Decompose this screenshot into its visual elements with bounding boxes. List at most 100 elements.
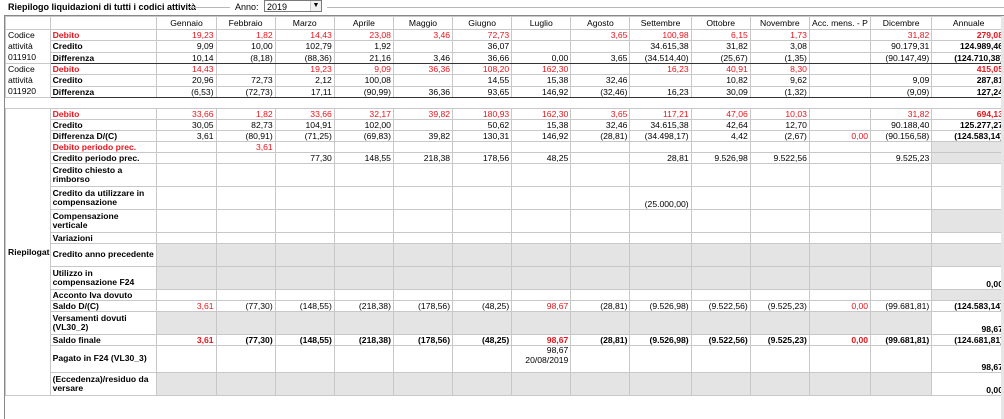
value-cell[interactable]: 39,82	[392, 130, 454, 142]
value-cell[interactable]: (71,25)	[274, 130, 335, 142]
value-cell[interactable]	[274, 163, 335, 187]
value-cell[interactable]	[690, 372, 751, 396]
value-cell[interactable]: 3,65	[570, 28, 631, 42]
value-cell[interactable]: (124.583,14)	[931, 300, 1004, 312]
value-cell[interactable]: 10,82	[690, 74, 751, 87]
value-cell[interactable]	[749, 163, 810, 187]
value-cell[interactable]: (69,83)	[333, 130, 394, 142]
value-cell[interactable]	[808, 74, 872, 87]
value-cell[interactable]	[274, 266, 335, 290]
value-cell[interactable]: 36,66	[452, 51, 513, 65]
value-cell[interactable]: 50,62	[452, 119, 513, 131]
value-cell[interactable]: (1,35)	[749, 51, 810, 65]
column-header[interactable]: Febbraio	[215, 16, 276, 30]
value-cell[interactable]	[333, 163, 394, 187]
value-cell[interactable]	[452, 163, 513, 187]
value-cell[interactable]: 98,67	[931, 311, 1004, 335]
value-cell[interactable]: 279,08	[931, 28, 1004, 42]
column-header[interactable]: Settembre	[629, 16, 692, 30]
value-cell[interactable]	[392, 345, 454, 373]
value-cell[interactable]: 10,00	[215, 40, 276, 53]
value-cell[interactable]: 31,82	[690, 40, 751, 53]
value-cell[interactable]	[870, 62, 933, 76]
value-cell[interactable]	[333, 372, 394, 396]
value-cell[interactable]: 0,00	[931, 266, 1004, 290]
value-cell[interactable]: 3,65	[570, 51, 631, 65]
value-cell[interactable]	[808, 108, 872, 120]
value-cell[interactable]	[156, 186, 217, 210]
value-cell[interactable]	[808, 372, 872, 396]
value-cell[interactable]	[215, 311, 276, 335]
value-cell[interactable]: 415,05	[931, 62, 1004, 76]
value-cell[interactable]	[629, 232, 692, 244]
value-cell[interactable]	[274, 209, 335, 233]
value-cell[interactable]: 1,92	[333, 40, 394, 53]
value-cell[interactable]: 8,30	[749, 62, 810, 76]
value-cell[interactable]	[570, 62, 631, 76]
value-cell[interactable]	[511, 289, 572, 301]
column-header[interactable]: Dicembre	[870, 16, 933, 30]
value-cell[interactable]: 0,00	[808, 130, 872, 142]
value-cell[interactable]	[808, 289, 872, 301]
value-cell[interactable]: 3,65	[570, 108, 631, 120]
value-cell[interactable]	[808, 28, 872, 42]
value-cell[interactable]: 1,73	[749, 28, 810, 42]
value-cell[interactable]: (6,53)	[156, 85, 217, 99]
value-cell[interactable]: 14,43	[156, 62, 217, 76]
value-cell[interactable]	[931, 152, 1004, 164]
value-cell[interactable]: (90.156,58)	[870, 130, 933, 142]
value-cell[interactable]	[452, 141, 513, 153]
value-cell[interactable]: 9.526,98	[690, 152, 751, 164]
value-cell[interactable]: 31,82	[870, 28, 933, 42]
value-cell[interactable]: (77,30)	[215, 300, 276, 312]
value-cell[interactable]	[690, 266, 751, 290]
value-cell[interactable]: (80,91)	[215, 130, 276, 142]
value-cell[interactable]: (32,46)	[570, 85, 631, 99]
value-cell[interactable]	[690, 186, 751, 210]
value-cell[interactable]: 19,23	[156, 28, 217, 42]
value-cell[interactable]	[749, 243, 810, 267]
value-cell[interactable]: (9.525,23)	[749, 300, 810, 312]
value-cell[interactable]	[690, 141, 751, 153]
value-cell[interactable]: (99.681,81)	[870, 334, 933, 346]
value-cell[interactable]: 72,73	[215, 74, 276, 87]
value-cell[interactable]: 6,15	[690, 28, 751, 42]
value-cell[interactable]	[690, 311, 751, 335]
value-cell[interactable]: 98,67	[511, 334, 572, 346]
value-cell[interactable]	[511, 209, 572, 233]
value-cell[interactable]	[392, 119, 454, 131]
value-cell[interactable]: 32,46	[570, 119, 631, 131]
value-cell[interactable]	[808, 209, 872, 233]
value-cell[interactable]	[570, 243, 631, 267]
column-header[interactable]: Marzo	[274, 16, 335, 30]
value-cell[interactable]: 42,64	[690, 119, 751, 131]
value-cell[interactable]	[629, 243, 692, 267]
value-cell[interactable]: 1,82	[215, 108, 276, 120]
value-cell[interactable]	[749, 345, 810, 373]
value-cell[interactable]: 125.277,27	[931, 119, 1004, 131]
value-cell[interactable]	[452, 289, 513, 301]
column-header[interactable]	[49, 16, 158, 30]
value-cell[interactable]: (77,30)	[215, 334, 276, 346]
value-cell[interactable]: 32,17	[333, 108, 394, 120]
value-cell[interactable]	[931, 209, 1004, 233]
column-header[interactable]: Gennaio	[156, 16, 217, 30]
column-header[interactable]: Ottobre	[690, 16, 751, 30]
value-cell[interactable]: 34.615,38	[629, 40, 692, 53]
column-header[interactable]: Aprile	[333, 16, 394, 30]
value-cell[interactable]	[511, 163, 572, 187]
value-cell[interactable]	[931, 186, 1004, 210]
value-cell[interactable]: 1,82	[215, 28, 276, 42]
value-cell[interactable]	[690, 163, 751, 187]
value-cell[interactable]: 162,30	[511, 108, 572, 120]
value-cell[interactable]	[690, 345, 751, 373]
value-cell[interactable]	[870, 289, 933, 301]
value-cell[interactable]	[215, 163, 276, 187]
value-cell[interactable]	[570, 266, 631, 290]
value-cell[interactable]	[156, 141, 217, 153]
value-cell[interactable]: 33,66	[156, 108, 217, 120]
value-cell[interactable]: 148,55	[333, 152, 394, 164]
value-cell[interactable]	[808, 243, 872, 267]
value-cell[interactable]: (28,81)	[570, 300, 631, 312]
value-cell[interactable]: 90.188,40	[870, 119, 933, 131]
